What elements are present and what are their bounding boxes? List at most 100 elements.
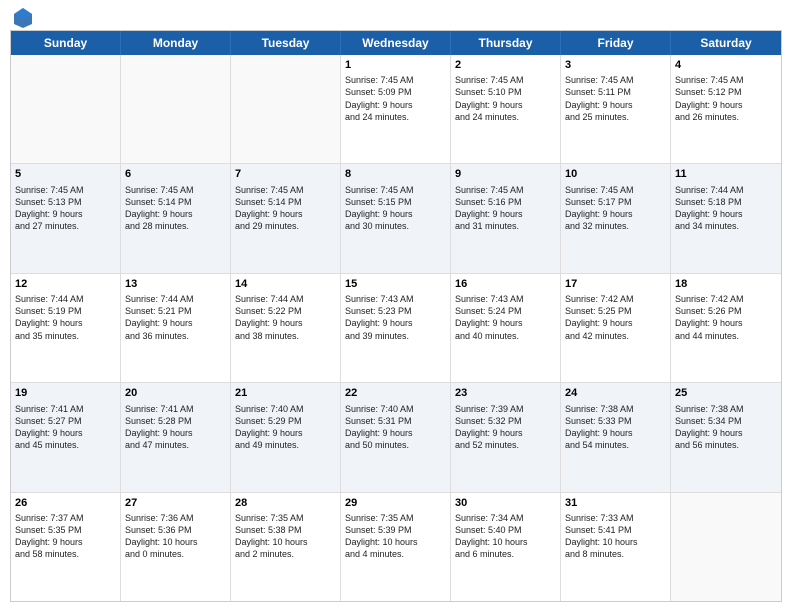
calendar-header: Sunday Monday Tuesday Wednesday Thursday… <box>11 31 781 55</box>
calendar-cell: 19 Sunrise: 7:41 AM Sunset: 5:27 PM Dayli… <box>11 383 121 491</box>
header-friday: Friday <box>561 31 671 55</box>
cell-info: Sunrise: 7:43 AM Sunset: 5:24 PM Dayligh… <box>455 293 556 342</box>
day-number: 17 <box>565 277 666 291</box>
cell-info: Sunrise: 7:45 AM Sunset: 5:13 PM Dayligh… <box>15 184 116 233</box>
calendar-cell: 4 Sunrise: 7:45 AM Sunset: 5:12 PM Daylig… <box>671 55 781 163</box>
logo <box>10 10 34 22</box>
day-number: 13 <box>125 277 226 291</box>
cell-info: Sunrise: 7:44 AM Sunset: 5:19 PM Dayligh… <box>15 293 116 342</box>
cell-info: Sunrise: 7:44 AM Sunset: 5:18 PM Dayligh… <box>675 184 777 233</box>
day-number: 20 <box>125 386 226 400</box>
cell-info: Sunrise: 7:43 AM Sunset: 5:23 PM Dayligh… <box>345 293 446 342</box>
day-number: 8 <box>345 167 446 181</box>
day-number: 14 <box>235 277 336 291</box>
calendar-row-1: 1 Sunrise: 7:45 AM Sunset: 5:09 PM Daylig… <box>11 55 781 164</box>
cell-info: Sunrise: 7:42 AM Sunset: 5:26 PM Dayligh… <box>675 293 777 342</box>
cell-info: Sunrise: 7:33 AM Sunset: 5:41 PM Dayligh… <box>565 512 666 561</box>
cell-info: Sunrise: 7:37 AM Sunset: 5:35 PM Dayligh… <box>15 512 116 561</box>
header-saturday: Saturday <box>671 31 781 55</box>
day-number: 23 <box>455 386 556 400</box>
cell-info: Sunrise: 7:35 AM Sunset: 5:39 PM Dayligh… <box>345 512 446 561</box>
calendar-cell: 5 Sunrise: 7:45 AM Sunset: 5:13 PM Daylig… <box>11 164 121 272</box>
cell-info: Sunrise: 7:44 AM Sunset: 5:22 PM Dayligh… <box>235 293 336 342</box>
cell-info: Sunrise: 7:45 AM Sunset: 5:11 PM Dayligh… <box>565 74 666 123</box>
calendar-cell: 21Sunrise: 7:40 AM Sunset: 5:29 PM Dayli… <box>231 383 341 491</box>
day-number: 16 <box>455 277 556 291</box>
day-number: 9 <box>455 167 556 181</box>
calendar-row-5: 26 Sunrise: 7:37 AM Sunset: 5:35 PM Dayli… <box>11 493 781 601</box>
day-number: 27 <box>125 496 226 510</box>
calendar-cell: 15Sunrise: 7:43 AM Sunset: 5:23 PM Dayli… <box>341 274 451 382</box>
header-wednesday: Wednesday <box>341 31 451 55</box>
cell-info: Sunrise: 7:41 AM Sunset: 5:27 PM Dayligh… <box>15 403 116 452</box>
cell-info: Sunrise: 7:35 AM Sunset: 5:38 PM Dayligh… <box>235 512 336 561</box>
calendar-cell: 31 Sunrise: 7:33 AM Sunset: 5:41 PM Dayli… <box>561 493 671 601</box>
calendar-cell <box>121 55 231 163</box>
calendar-cell: 23 Sunrise: 7:39 AM Sunset: 5:32 PM Dayli… <box>451 383 561 491</box>
calendar-cell: 24Sunrise: 7:38 AM Sunset: 5:33 PM Dayli… <box>561 383 671 491</box>
day-number: 31 <box>565 496 666 510</box>
header-thursday: Thursday <box>451 31 561 55</box>
calendar-cell: 1 Sunrise: 7:45 AM Sunset: 5:09 PM Daylig… <box>341 55 451 163</box>
calendar-cell: 26 Sunrise: 7:37 AM Sunset: 5:35 PM Dayli… <box>11 493 121 601</box>
calendar-cell: 25 Sunrise: 7:38 AM Sunset: 5:34 PM Dayli… <box>671 383 781 491</box>
calendar-cell: 29 Sunrise: 7:35 AM Sunset: 5:39 PM Dayli… <box>341 493 451 601</box>
cell-info: Sunrise: 7:44 AM Sunset: 5:21 PM Dayligh… <box>125 293 226 342</box>
calendar-cell: 27 Sunrise: 7:36 AM Sunset: 5:36 PM Dayli… <box>121 493 231 601</box>
calendar-cell: 14 Sunrise: 7:44 AM Sunset: 5:22 PM Dayli… <box>231 274 341 382</box>
calendar-cell: 17 Sunrise: 7:42 AM Sunset: 5:25 PM Dayli… <box>561 274 671 382</box>
calendar-cell: 20 Sunrise: 7:41 AM Sunset: 5:28 PM Dayli… <box>121 383 231 491</box>
cell-info: Sunrise: 7:42 AM Sunset: 5:25 PM Dayligh… <box>565 293 666 342</box>
cell-info: Sunrise: 7:45 AM Sunset: 5:09 PM Dayligh… <box>345 74 446 123</box>
day-number: 6 <box>125 167 226 181</box>
day-number: 19 <box>15 386 116 400</box>
calendar-cell: 8 Sunrise: 7:45 AM Sunset: 5:15 PM Daylig… <box>341 164 451 272</box>
cell-info: Sunrise: 7:38 AM Sunset: 5:33 PM Dayligh… <box>565 403 666 452</box>
cell-info: Sunrise: 7:38 AM Sunset: 5:34 PM Dayligh… <box>675 403 777 452</box>
day-number: 3 <box>565 58 666 72</box>
day-number: 2 <box>455 58 556 72</box>
cell-info: Sunrise: 7:45 AM Sunset: 5:15 PM Dayligh… <box>345 184 446 233</box>
calendar-cell: 9 Sunrise: 7:45 AM Sunset: 5:16 PM Daylig… <box>451 164 561 272</box>
calendar-cell: 22 Sunrise: 7:40 AM Sunset: 5:31 PM Dayli… <box>341 383 451 491</box>
page-container: Sunday Monday Tuesday Wednesday Thursday… <box>0 0 792 612</box>
cell-info: Sunrise: 7:45 AM Sunset: 5:14 PM Dayligh… <box>125 184 226 233</box>
cell-info: Sunrise: 7:39 AM Sunset: 5:32 PM Dayligh… <box>455 403 556 452</box>
cell-info: Sunrise: 7:45 AM Sunset: 5:16 PM Dayligh… <box>455 184 556 233</box>
calendar-row-2: 5 Sunrise: 7:45 AM Sunset: 5:13 PM Daylig… <box>11 164 781 273</box>
day-number: 22 <box>345 386 446 400</box>
calendar-cell: 3 Sunrise: 7:45 AM Sunset: 5:11 PM Daylig… <box>561 55 671 163</box>
calendar-cell <box>11 55 121 163</box>
day-number: 28 <box>235 496 336 510</box>
cell-info: Sunrise: 7:45 AM Sunset: 5:14 PM Dayligh… <box>235 184 336 233</box>
calendar-cell: 13 Sunrise: 7:44 AM Sunset: 5:21 PM Dayli… <box>121 274 231 382</box>
header-tuesday: Tuesday <box>231 31 341 55</box>
day-number: 30 <box>455 496 556 510</box>
calendar-body: 1 Sunrise: 7:45 AM Sunset: 5:09 PM Daylig… <box>11 55 781 601</box>
calendar-cell: 6 Sunrise: 7:45 AM Sunset: 5:14 PM Daylig… <box>121 164 231 272</box>
calendar-cell <box>231 55 341 163</box>
day-number: 18 <box>675 277 777 291</box>
cell-info: Sunrise: 7:40 AM Sunset: 5:31 PM Dayligh… <box>345 403 446 452</box>
calendar-cell: 10 Sunrise: 7:45 AM Sunset: 5:17 PM Dayli… <box>561 164 671 272</box>
day-number: 5 <box>15 167 116 181</box>
day-number: 29 <box>345 496 446 510</box>
cell-info: Sunrise: 7:41 AM Sunset: 5:28 PM Dayligh… <box>125 403 226 452</box>
day-number: 12 <box>15 277 116 291</box>
day-number: 4 <box>675 58 777 72</box>
cell-info: Sunrise: 7:45 AM Sunset: 5:12 PM Dayligh… <box>675 74 777 123</box>
calendar-cell: 28 Sunrise: 7:35 AM Sunset: 5:38 PM Dayli… <box>231 493 341 601</box>
cell-info: Sunrise: 7:45 AM Sunset: 5:17 PM Dayligh… <box>565 184 666 233</box>
calendar-cell: 11Sunrise: 7:44 AM Sunset: 5:18 PM Dayli… <box>671 164 781 272</box>
cell-info: Sunrise: 7:36 AM Sunset: 5:36 PM Dayligh… <box>125 512 226 561</box>
day-number: 26 <box>15 496 116 510</box>
page-header <box>10 10 782 22</box>
calendar: Sunday Monday Tuesday Wednesday Thursday… <box>10 30 782 602</box>
logo-icon <box>12 6 34 28</box>
calendar-cell: 16 Sunrise: 7:43 AM Sunset: 5:24 PM Dayli… <box>451 274 561 382</box>
day-number: 25 <box>675 386 777 400</box>
day-number: 10 <box>565 167 666 181</box>
calendar-cell: 7Sunrise: 7:45 AM Sunset: 5:14 PM Daylig… <box>231 164 341 272</box>
calendar-cell: 2Sunrise: 7:45 AM Sunset: 5:10 PM Daylig… <box>451 55 561 163</box>
day-number: 1 <box>345 58 446 72</box>
